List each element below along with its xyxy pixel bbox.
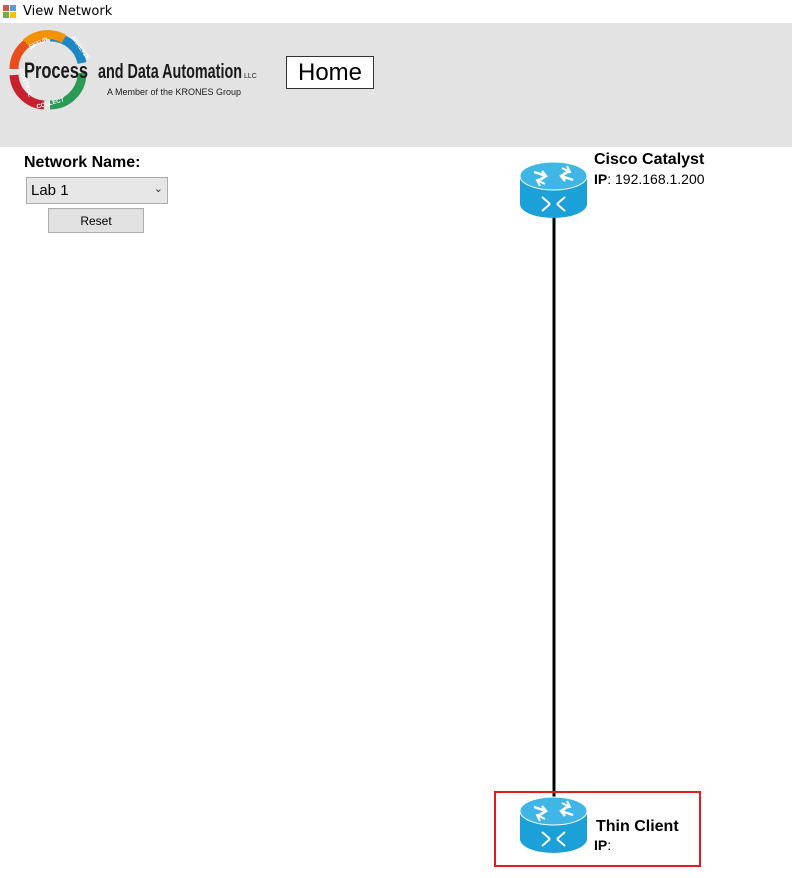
device-name-cisco-catalyst[interactable]: Cisco Catalyst <box>594 151 704 169</box>
ip-label: IP <box>594 837 608 853</box>
view-network-window: View Network Process and Data Automation… <box>0 0 792 878</box>
router-icon[interactable] <box>519 161 588 218</box>
ip-value: : <box>607 837 612 853</box>
ip-label: IP <box>594 171 608 187</box>
network-canvas <box>519 161 588 853</box>
device-ip-cisco-catalyst: IP: 192.168.1.200 <box>594 171 705 187</box>
device-name-thin-client[interactable]: Thin Client <box>596 818 679 836</box>
network-diagram: Cisco Catalyst IP: 192.168.1.200 Thin Cl… <box>0 0 792 878</box>
ip-value: : 192.168.1.200 <box>607 171 705 187</box>
device-ip-thin-client: IP: <box>594 837 611 853</box>
